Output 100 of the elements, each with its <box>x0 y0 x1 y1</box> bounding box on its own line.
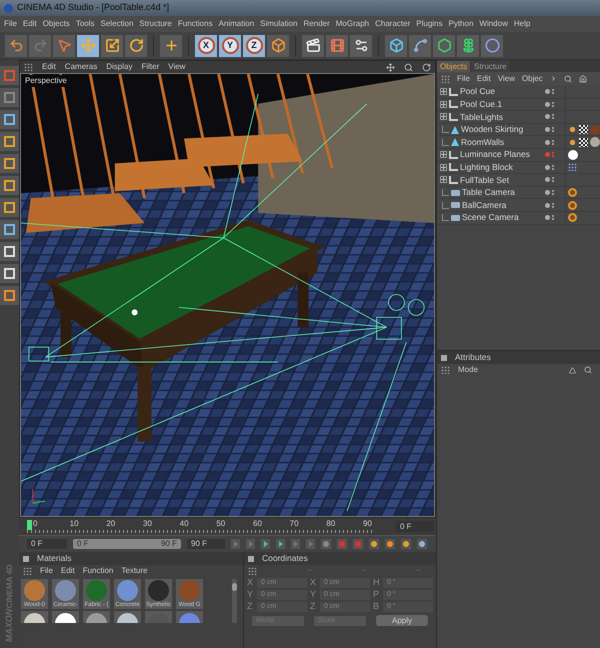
menu-item[interactable]: MoGraph <box>336 18 370 30</box>
search-icon[interactable] <box>584 366 592 374</box>
menu-item[interactable]: Objects <box>42 18 70 30</box>
more-menu-icon[interactable] <box>550 75 557 82</box>
nurbs-tool-button[interactable] <box>433 34 455 56</box>
cube-tool-button[interactable] <box>385 34 407 56</box>
grip-icon[interactable] <box>248 567 257 575</box>
panel-toggle-icon[interactable] <box>248 556 254 562</box>
scale-tool-button[interactable] <box>101 34 123 56</box>
viewport-menu-item[interactable]: Cameras <box>64 61 98 73</box>
material-swatch[interactable] <box>21 611 48 623</box>
menu-item[interactable]: Structure <box>139 18 172 30</box>
material-swatch[interactable] <box>145 611 172 623</box>
viewport-menu-item[interactable]: View <box>168 61 186 73</box>
expand-toggle[interactable] <box>440 88 447 96</box>
current-frame-field[interactable]: 0 F <box>396 521 434 532</box>
object-name[interactable]: RoomWalls <box>461 136 504 149</box>
redo-tool-button[interactable] <box>29 34 51 56</box>
expand-toggle[interactable] <box>440 176 447 184</box>
materials-menu-item[interactable]: Texture <box>121 565 148 577</box>
select-tool-button[interactable] <box>53 34 75 56</box>
menu-item[interactable]: Simulation <box>260 18 298 30</box>
mode-tool-button[interactable] <box>0 198 19 217</box>
spline-tool-button[interactable] <box>409 34 431 56</box>
viewport-menu-item[interactable]: Edit <box>42 61 56 73</box>
material-swatch[interactable] <box>176 611 203 623</box>
panel-tab[interactable]: Objects <box>437 61 470 72</box>
deformer-tool-button[interactable] <box>481 34 503 56</box>
object-name[interactable]: TableLights <box>460 110 504 124</box>
mode-tool-button[interactable] <box>0 264 19 283</box>
menu-item[interactable]: Animation <box>218 18 254 30</box>
grip-icon[interactable] <box>23 567 32 575</box>
playback-button[interactable] <box>261 539 270 549</box>
materials-menu-item[interactable]: Function <box>82 565 114 577</box>
axis-lock-button[interactable]: Y <box>219 34 241 56</box>
object-name[interactable]: Luminance Planes <box>460 148 530 162</box>
render-view-tool-button[interactable] <box>302 34 324 56</box>
render-settings-tool-button[interactable] <box>350 34 372 56</box>
object-name[interactable]: Pool Cue.1 <box>460 98 502 111</box>
viewport-menu-item[interactable]: Filter <box>141 61 160 73</box>
panel-toggle-icon[interactable] <box>23 556 29 562</box>
object-name[interactable]: BallCamera <box>462 198 506 212</box>
grip-icon[interactable] <box>441 74 450 82</box>
expand-toggle[interactable] <box>440 164 447 171</box>
zoom-view-icon[interactable] <box>404 62 413 72</box>
object-name[interactable]: Wooden Skirting <box>461 123 524 136</box>
menu-item[interactable]: Selection <box>100 18 134 30</box>
playback-button[interactable] <box>276 539 285 549</box>
light-tag-icon[interactable] <box>568 163 577 172</box>
material-tag-icon[interactable] <box>568 150 578 160</box>
mode-tool-button[interactable] <box>0 132 19 151</box>
expand-toggle[interactable] <box>440 113 447 120</box>
mode-tool-button[interactable] <box>0 242 19 261</box>
object-name[interactable]: Scene Camera <box>462 211 519 224</box>
menu-item[interactable]: Python <box>448 18 474 30</box>
add-tool-button[interactable] <box>160 34 182 56</box>
start-frame-field[interactable]: 0 F <box>27 539 67 549</box>
menu-item[interactable]: Functions <box>178 18 213 30</box>
expand-toggle[interactable] <box>440 151 447 158</box>
viewport-menu-item[interactable]: Display <box>106 61 132 73</box>
objects-menu-item[interactable]: File <box>457 72 470 84</box>
coords-tool-button[interactable] <box>267 34 289 56</box>
menu-item[interactable]: Edit <box>22 18 37 30</box>
menu-item[interactable]: Character <box>375 18 410 30</box>
menu-item[interactable]: Window <box>479 18 508 30</box>
menu-item[interactable]: Tools <box>76 18 94 30</box>
grip-icon[interactable] <box>24 63 33 71</box>
expand-toggle[interactable] <box>440 100 447 108</box>
undo-tool-button[interactable] <box>5 34 27 56</box>
move-tool-button[interactable] <box>77 34 99 56</box>
objects-menu-item[interactable]: View <box>498 72 515 84</box>
home-icon[interactable] <box>578 74 587 82</box>
axis-lock-button[interactable]: X <box>195 34 217 56</box>
materials-menu-item[interactable]: Edit <box>60 565 75 577</box>
search-icon[interactable] <box>564 74 572 82</box>
panel-toggle-icon[interactable] <box>441 354 447 360</box>
scrollbar[interactable] <box>232 579 237 623</box>
timeline-ruler[interactable]: 0 10 20 30 40 50 60 70 80 90 0 F <box>19 518 436 536</box>
materials-menu-item[interactable]: File <box>40 565 53 577</box>
array-tool-button[interactable] <box>457 34 479 56</box>
material-swatch[interactable] <box>52 611 79 623</box>
rotate-tool-button[interactable] <box>125 34 147 56</box>
object-name[interactable]: FullTable Set <box>460 174 510 186</box>
mode-tool-button[interactable] <box>0 110 19 129</box>
rotate-view-icon[interactable] <box>422 62 431 72</box>
grip-icon[interactable] <box>441 366 450 374</box>
apply-button[interactable]: Apply <box>376 615 428 626</box>
mode-tool-button[interactable] <box>0 154 19 173</box>
material-swatch[interactable] <box>114 611 141 623</box>
render-tool-button[interactable] <box>326 34 348 56</box>
menu-item[interactable]: Render <box>304 18 330 30</box>
objects-menu-item[interactable]: Objec <box>522 72 543 84</box>
material-tag-icon[interactable] <box>590 137 600 148</box>
attributes-menu-item[interactable]: Mode <box>458 364 478 376</box>
object-name[interactable]: Lighting Block <box>460 160 513 174</box>
pan-view-icon[interactable] <box>386 62 395 72</box>
axis-lock-button[interactable]: Z <box>243 34 265 56</box>
material-swatch[interactable] <box>83 611 110 623</box>
menu-item[interactable]: Plugins <box>416 18 442 30</box>
frame-range-slider[interactable]: 0 F 90 F <box>73 539 181 549</box>
